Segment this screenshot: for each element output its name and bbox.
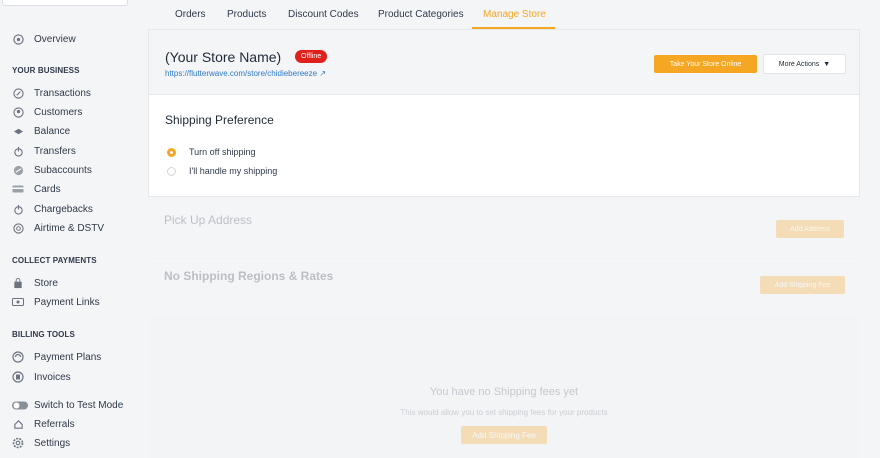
more-actions-button[interactable]: More Actions ▼ bbox=[763, 54, 846, 74]
sidebar-item-label: Transactions bbox=[34, 87, 91, 99]
store-url-text: https://flutterwave.com/store/chidiebere… bbox=[165, 69, 318, 78]
sidebar-item-balance[interactable]: Balance bbox=[12, 123, 70, 139]
sidebar-item-chargebacks[interactable]: Chargebacks bbox=[12, 201, 93, 217]
store-url-link[interactable]: https://flutterwave.com/store/chidiebere… bbox=[165, 69, 326, 78]
radio-turn-off-shipping[interactable]: Turn off shipping bbox=[167, 145, 256, 159]
sidebar-item-label: Chargebacks bbox=[34, 203, 93, 215]
link-icon: ↗ bbox=[319, 69, 327, 78]
card-icon bbox=[12, 183, 24, 195]
sidebar-item-transfers[interactable]: Transfers bbox=[12, 143, 76, 159]
test-mode-toggle[interactable]: Switch to Test Mode bbox=[12, 397, 123, 413]
sidebar-item-transactions[interactable]: Transactions bbox=[12, 85, 91, 101]
shipping-preference-title: Shipping Preference bbox=[165, 113, 274, 127]
sidebar-account-box[interactable] bbox=[2, 0, 128, 6]
sidebar-item-label: Referrals bbox=[34, 418, 75, 430]
radio-handle-shipping[interactable]: I'll handle my shipping bbox=[167, 164, 277, 178]
sidebar-item-label: Store bbox=[34, 277, 58, 289]
sidebar-item-payment-plans[interactable]: Payment Plans bbox=[12, 349, 101, 365]
sidebar-item-label: Settings bbox=[34, 437, 71, 449]
sidebar-item-overview[interactable]: Overview bbox=[12, 31, 76, 47]
sidebar-item-airtime-dstv[interactable]: Airtime & DSTV bbox=[12, 220, 104, 236]
tab-manage-store[interactable]: Manage Store bbox=[483, 9, 546, 20]
pickup-address-section: Pick Up Address Add Address bbox=[148, 197, 860, 259]
sidebar-item-label: Subaccounts bbox=[34, 164, 92, 176]
sidebar-item-store[interactable]: Store bbox=[12, 275, 58, 291]
tab-discount-codes[interactable]: Discount Codes bbox=[288, 9, 359, 20]
store-tabs: Orders Products Discount Codes Product C… bbox=[148, 0, 860, 29]
more-actions-label: More Actions bbox=[778, 60, 820, 68]
sidebar-item-label: Switch to Test Mode bbox=[34, 399, 124, 411]
tab-products[interactable]: Products bbox=[227, 9, 266, 20]
toggle-icon bbox=[12, 399, 28, 411]
take-store-online-button[interactable]: Take Your Store Online bbox=[654, 55, 757, 73]
add-shipping-fee-button-top[interactable]: Add Shipping Fee bbox=[760, 276, 845, 294]
radio-unselected-icon bbox=[167, 166, 176, 176]
store-name: (Your Store Name) bbox=[165, 49, 282, 65]
sidebar-heading-your-business: YOUR BUSINESS bbox=[12, 66, 80, 75]
sidebar-item-cards[interactable]: Cards bbox=[12, 181, 61, 197]
store-icon bbox=[12, 277, 24, 289]
referrals-icon bbox=[12, 418, 24, 430]
sidebar-item-referrals[interactable]: Referrals bbox=[12, 416, 75, 432]
manage-store-panel: (Your Store Name) Offline https://flutte… bbox=[148, 29, 860, 458]
shipping-regions-section: No Shipping Regions & Rates Add Shipping… bbox=[148, 259, 860, 315]
shipping-regions-title: No Shipping Regions & Rates bbox=[164, 269, 334, 283]
sidebar-item-label: Invoices bbox=[34, 371, 71, 383]
tab-orders[interactable]: Orders bbox=[175, 9, 206, 20]
status-badge: Offline bbox=[295, 50, 328, 63]
sidebar-item-subaccounts[interactable]: Subaccounts bbox=[12, 162, 92, 178]
gear-icon bbox=[12, 437, 24, 449]
sidebar-item-label: Customers bbox=[34, 106, 83, 118]
subaccounts-icon bbox=[12, 164, 24, 176]
payment-plans-icon bbox=[12, 351, 24, 363]
sidebar-heading-billing-tools: BILLING TOOLS bbox=[12, 330, 75, 339]
sidebar-item-label: Cards bbox=[34, 183, 61, 195]
overview-icon bbox=[12, 33, 24, 45]
sidebar-item-label: Balance bbox=[34, 125, 71, 137]
sidebar-item-payment-links[interactable]: Payment Links bbox=[12, 294, 100, 310]
add-shipping-fee-button[interactable]: Add Shipping Fee bbox=[461, 426, 547, 444]
sidebar-item-settings[interactable]: Settings bbox=[12, 435, 70, 451]
radio-label: Turn off shipping bbox=[189, 147, 256, 157]
sidebar-item-customers[interactable]: Customers bbox=[12, 104, 82, 120]
payment-link-icon bbox=[12, 296, 24, 308]
sidebar-item-label: Payment Plans bbox=[34, 351, 102, 363]
sidebar-item-label: Transfers bbox=[34, 145, 76, 157]
radio-selected-icon bbox=[167, 147, 176, 157]
shipping-preference-card: Shipping Preference Turn off shipping I'… bbox=[148, 94, 860, 197]
chargebacks-icon bbox=[12, 203, 24, 215]
empty-state-subtitle: This would allow you to set shipping fee… bbox=[400, 408, 608, 417]
empty-state-title: You have no Shipping fees yet bbox=[429, 386, 579, 398]
invoices-icon bbox=[12, 371, 24, 383]
caret-down-icon: ▼ bbox=[823, 60, 831, 68]
airtime-icon bbox=[12, 222, 24, 234]
sidebar-item-label: Airtime & DSTV bbox=[34, 222, 105, 234]
shipping-fees-empty-state: You have no Shipping fees yet This would… bbox=[148, 315, 860, 458]
radio-label: I'll handle my shipping bbox=[189, 166, 278, 176]
sidebar: Overview YOUR BUSINESS Transactions Cust… bbox=[0, 0, 140, 458]
tab-product-categories[interactable]: Product Categories bbox=[378, 9, 464, 20]
sidebar-heading-collect-payments: COLLECT PAYMENTS bbox=[12, 256, 97, 265]
add-address-button[interactable]: Add Address bbox=[776, 220, 844, 238]
customers-icon bbox=[12, 106, 24, 118]
sidebar-item-invoices[interactable]: Invoices bbox=[12, 369, 71, 385]
pickup-address-title: Pick Up Address bbox=[164, 213, 253, 227]
sidebar-item-label: Overview bbox=[34, 33, 76, 45]
transactions-icon bbox=[12, 87, 24, 99]
transfers-icon bbox=[12, 145, 24, 157]
sidebar-item-label: Payment Links bbox=[34, 296, 100, 308]
balance-icon bbox=[12, 125, 24, 137]
store-header: (Your Store Name) Offline https://flutte… bbox=[148, 29, 860, 94]
